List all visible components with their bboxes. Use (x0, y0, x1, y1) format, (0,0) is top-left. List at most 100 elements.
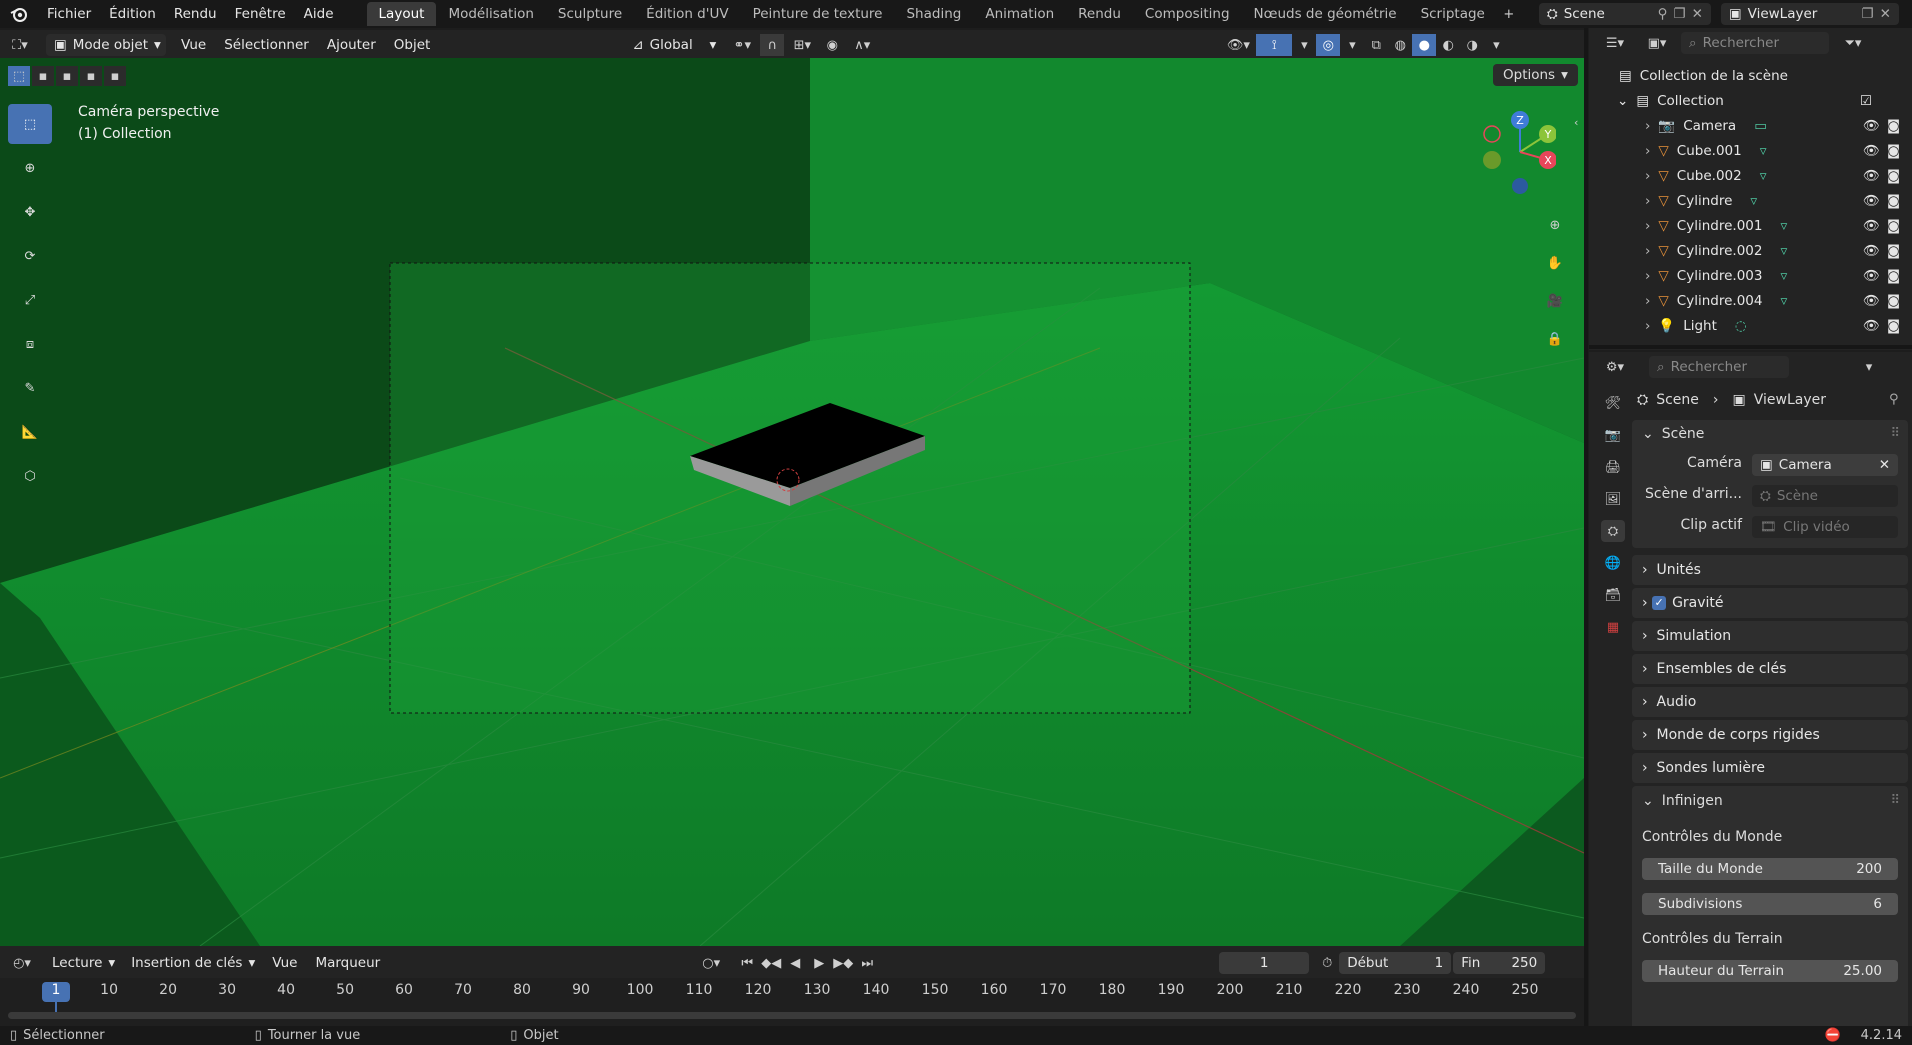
timeline-editor-icon[interactable]: ◴▾ (0, 952, 44, 974)
tab-layout[interactable]: Layout (366, 2, 437, 26)
jump-end-icon[interactable]: ⏭ (855, 952, 879, 974)
snap-icon[interactable]: ∩ (760, 34, 785, 56)
render-camera-icon[interactable]: ◙ (1887, 193, 1900, 209)
outliner-item[interactable]: › ▽ Cylindre.004 ▿ 👁 ◙ (1589, 288, 1912, 313)
collection-tab-icon[interactable]: 🗃 (1601, 584, 1625, 606)
auto-keying-icon[interactable]: ○▾ (693, 952, 729, 974)
end-frame-field[interactable]: Fin 250 (1453, 952, 1546, 974)
chevron-down-icon[interactable]: ▾ (1340, 34, 1364, 56)
select-invert-icon[interactable]: ▪ (80, 66, 102, 86)
world-size-field[interactable]: Taille du Monde 200 (1642, 858, 1898, 880)
menu-window[interactable]: Fenêtre (226, 0, 295, 28)
snap-target-icon[interactable]: ⊞▾ (784, 34, 820, 56)
start-frame-field[interactable]: Début 1 (1339, 952, 1452, 974)
eye-icon[interactable]: 👁 (1863, 143, 1880, 159)
xray-icon[interactable]: ⧉ (1364, 34, 1388, 56)
eye-icon[interactable]: 👁 (1863, 318, 1880, 334)
chevron-right-icon[interactable]: › (1645, 318, 1650, 334)
chevron-right-icon[interactable]: › (1645, 218, 1650, 234)
rotate-tool-icon[interactable]: ⟳ (8, 236, 52, 276)
eye-icon[interactable]: 👁 (1863, 268, 1880, 284)
texture-tab-icon[interactable]: ▦ (1601, 616, 1625, 638)
new-scene-icon[interactable]: ❐ (1673, 3, 1685, 25)
outliner-item[interactable]: › 📷 Camera ▭ 👁 ◙ (1589, 113, 1912, 138)
blender-logo-icon[interactable] (0, 6, 38, 22)
panel-keying-sets[interactable]: › Ensembles de clés (1632, 654, 1908, 684)
menu-edit[interactable]: Édition (100, 0, 165, 28)
play-reverse-icon[interactable]: ◀ (783, 952, 807, 974)
current-frame-field[interactable]: 1 (1219, 952, 1310, 974)
prev-keyframe-icon[interactable]: ◆◀ (759, 952, 783, 974)
zoom-icon[interactable]: ⊕ (1540, 210, 1570, 240)
drag-handle-icon[interactable]: ⠿ (1890, 426, 1900, 441)
drag-handle-icon[interactable]: ⠿ (1890, 793, 1900, 808)
outliner-collection[interactable]: ⌄ ▤ Collection ☑ (1589, 88, 1912, 113)
panel-simulation[interactable]: › Simulation (1632, 621, 1908, 651)
render-camera-icon[interactable]: ◙ (1887, 143, 1900, 159)
scene-selector[interactable]: ⛭ Scene ⚲ ❐ ✕ (1538, 3, 1711, 25)
eye-icon[interactable]: 👁 (1863, 218, 1880, 234)
remove-viewlayer-icon[interactable]: ✕ (1880, 3, 1891, 25)
eye-icon[interactable]: 👁 (1863, 243, 1880, 259)
tab-modeling[interactable]: Modélisation (436, 2, 545, 26)
select-intersect-icon[interactable]: ▪ (104, 66, 126, 86)
camera-field[interactable]: ▣ Camera ✕ (1752, 454, 1898, 476)
move-tool-icon[interactable]: ✥ (8, 192, 52, 232)
outliner-editor-icon[interactable]: ☰▾ (1597, 32, 1633, 54)
menu-marker[interactable]: Marqueur (306, 949, 389, 977)
outliner-item[interactable]: › ▽ Cylindre ▿ 👁 ◙ (1589, 188, 1912, 213)
render-camera-icon[interactable]: ◙ (1887, 118, 1900, 134)
jump-start-icon[interactable]: ⏮ (735, 952, 759, 974)
scene-panel-header[interactable]: ⌄ Scène (1642, 426, 1704, 442)
chevron-right-icon[interactable]: › (1645, 293, 1650, 309)
wireframe-shading-icon[interactable]: ◍ (1388, 34, 1412, 56)
outliner-item[interactable]: › ▽ Cylindre.002 ▿ 👁 ◙ (1589, 238, 1912, 263)
chevron-down-icon[interactable]: ▾ (1484, 34, 1508, 56)
tab-texture-paint[interactable]: Peinture de texture (741, 2, 895, 26)
render-camera-icon[interactable]: ◙ (1887, 243, 1900, 259)
measure-tool-icon[interactable]: 📐 (8, 412, 52, 452)
outliner-item[interactable]: › ▽ Cube.001 ▿ 👁 ◙ (1589, 138, 1912, 163)
pin-icon[interactable]: ⚲ (1658, 3, 1668, 25)
select-box-tool-icon[interactable]: ⬚ (8, 104, 52, 144)
transform-tool-icon[interactable]: ⧈ (8, 324, 52, 364)
eye-icon[interactable]: 👁 (1863, 293, 1880, 309)
add-cube-tool-icon[interactable]: ⬡ (8, 456, 52, 496)
properties-search-input[interactable]: ⌕ Rechercher (1649, 356, 1789, 378)
chevron-down-icon[interactable]: ▾ (1292, 34, 1316, 56)
lock-icon[interactable]: 🔒 (1540, 324, 1570, 354)
tool-tab-icon[interactable]: 🛠 (1601, 392, 1625, 414)
tab-animation[interactable]: Animation (973, 2, 1066, 26)
close-icon[interactable]: ✕ (1692, 3, 1703, 25)
menu-render[interactable]: Rendu (165, 0, 226, 28)
proportional-edit-icon[interactable]: ◉ (820, 34, 844, 56)
menu-view[interactable]: Vue (172, 31, 215, 59)
background-scene-field[interactable]: ⛭ Scène (1752, 485, 1898, 507)
chevron-right-icon[interactable]: › (1645, 168, 1650, 184)
annotate-tool-icon[interactable]: ✎ (8, 368, 52, 408)
sidebar-toggle-icon[interactable]: ‹ (1574, 116, 1578, 129)
chevron-right-icon[interactable]: › (1645, 118, 1650, 134)
world-tab-icon[interactable]: 🌐 (1601, 552, 1625, 574)
panel-rigid-body-world[interactable]: › Monde de corps rigides (1632, 720, 1908, 750)
editor-type-icon[interactable]: ⛶▾ (0, 34, 40, 56)
menu-keying[interactable]: Insertion de clés ▾ (123, 952, 263, 974)
tab-rendering[interactable]: Rendu (1066, 2, 1133, 26)
outliner-root[interactable]: ▤ Collection de la scène (1589, 63, 1912, 88)
filter-icon[interactable]: ⏷▾ (1835, 32, 1871, 54)
render-tab-icon[interactable]: 📷 (1601, 424, 1625, 446)
menu-select[interactable]: Sélectionner (215, 31, 318, 59)
select-extend-icon[interactable]: ▪ (32, 66, 54, 86)
eye-icon[interactable]: 👁 (1863, 193, 1880, 209)
chevron-right-icon[interactable]: › (1645, 193, 1650, 209)
select-subtract-icon[interactable]: ▪ (56, 66, 78, 86)
outliner-item[interactable]: › 💡 Light ◌ 👁 ◙ (1589, 313, 1912, 338)
gravity-checkbox[interactable]: ✓ (1652, 596, 1667, 610)
chevron-right-icon[interactable]: › (1645, 243, 1650, 259)
tab-uv-editing[interactable]: Édition d'UV (634, 2, 740, 26)
menu-object[interactable]: Objet (385, 31, 440, 59)
panel-units[interactable]: › Unités (1632, 555, 1908, 585)
subdivisions-field[interactable]: Subdivisions 6 (1642, 893, 1898, 915)
panel-audio[interactable]: › Audio (1632, 687, 1908, 717)
menu-add[interactable]: Ajouter (318, 31, 385, 59)
